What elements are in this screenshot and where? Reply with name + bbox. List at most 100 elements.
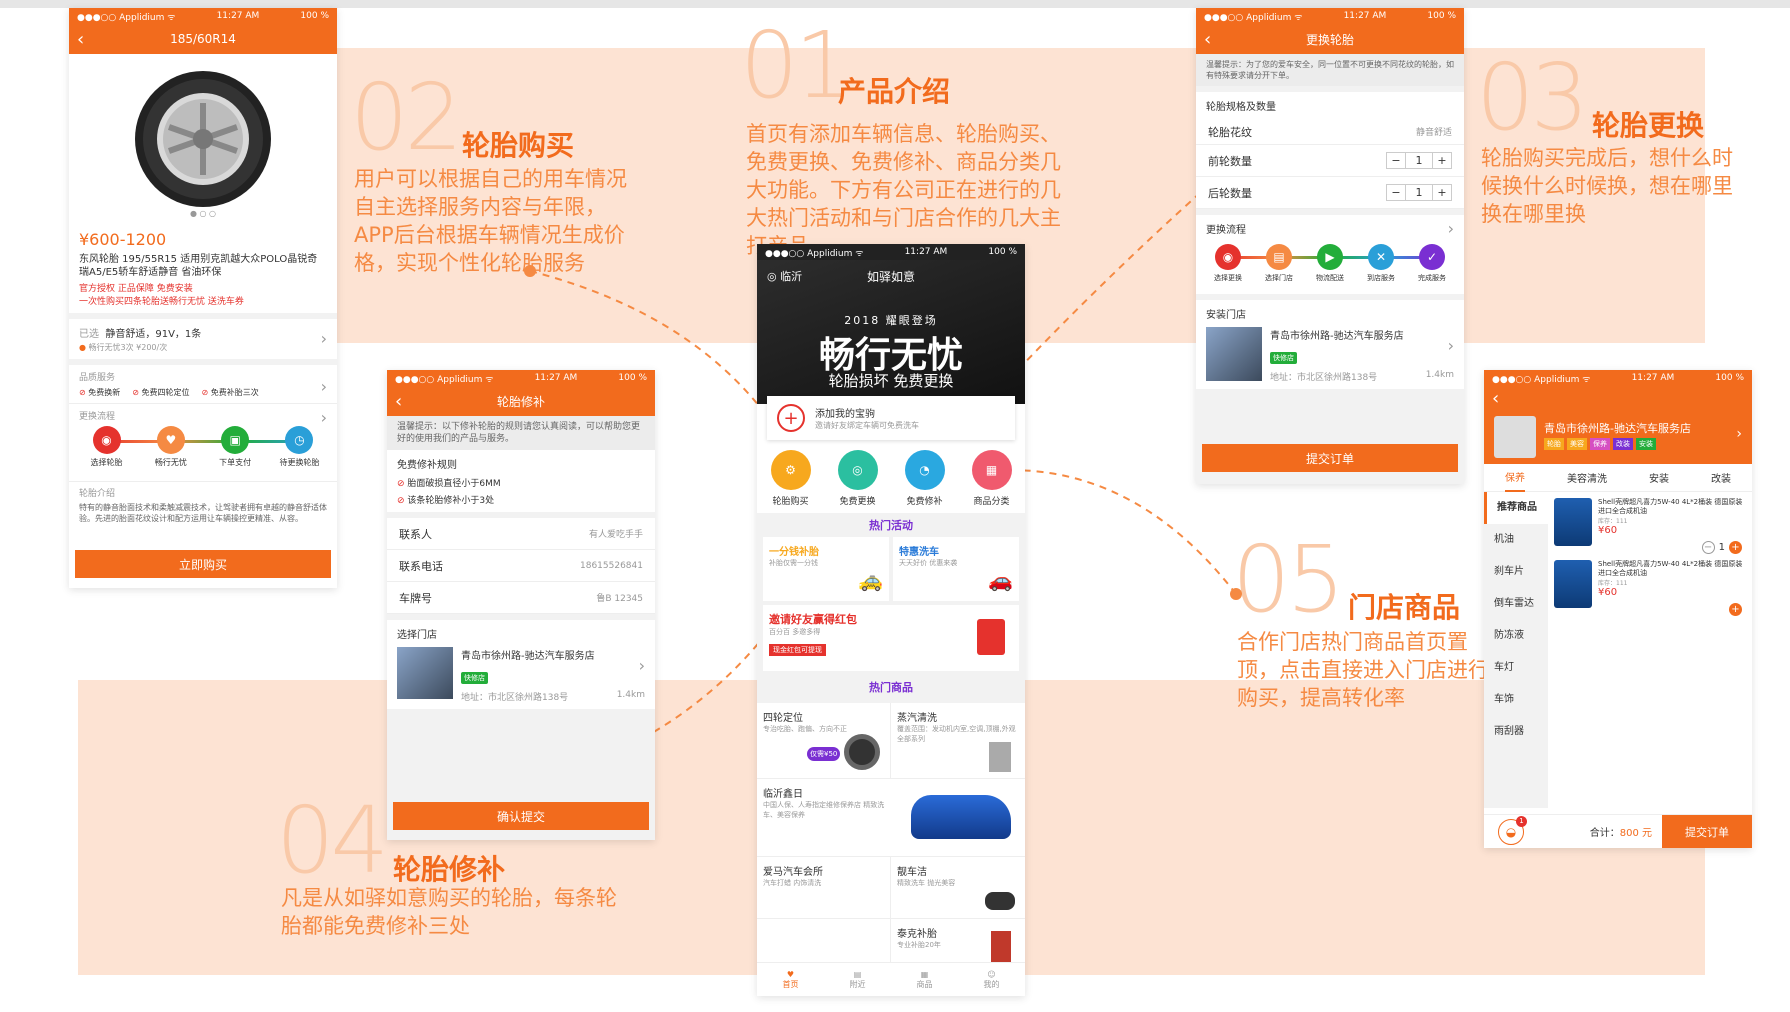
feature-02-desc: 用户可以根据自己的用车情况自主选择服务内容与年限，APP后台根据车辆情况生成价格… [354,167,627,275]
submit-order-button[interactable]: 提交订单 [1662,814,1752,848]
replace-process[interactable]: 更换流程 › ◉ 选择更换 ▤ 选择门店 ▶ 物流配送 ✕ 到店服务 ✓ 完成服务 [1196,215,1464,294]
activity-card-1[interactable]: 一分钱补胎 补胎仅需一分钱 🚕 [763,537,889,601]
sidebar-item[interactable]: 雨刮器 [1484,716,1548,748]
home-banner[interactable]: ◎ 临沂 如驿如意 2018 耀眼登场 畅行无忧 轮胎损坏 免费更换 [757,260,1025,404]
phone-tire-detail: ●●●○○ Applidium ᯤ 11:27 AM 100 % ‹ 185/60R… [69,8,337,588]
gauge-icon: ◔ [904,450,945,490]
phone-change-tire: ●●●○○ Applidium ᯤ 11:27 AM 100 % ‹ 更换轮胎 温馨… [1196,8,1464,484]
plus-button[interactable]: + [1433,153,1451,168]
tab-nearby[interactable]: ▤ 附近 [850,970,866,990]
store-photo [397,647,453,699]
front-qty-stepper[interactable]: −1 + [1386,152,1452,169]
goods-card[interactable]: 爱马汽车会所 汽车打蜡 内饰清洗 [757,857,891,919]
goods-card[interactable]: 靓车洁 精致洗车 抛光美容 [891,857,1025,919]
qty-control: + [1729,597,1742,616]
tab-home[interactable]: ♥ 首页 [783,970,799,990]
sidebar-item[interactable]: 机油 [1484,524,1548,556]
nav-bar: ‹ 185/60R14 [69,24,337,54]
icon-free-replace[interactable]: ◎ 免费更换 [837,450,878,507]
icon-category[interactable]: ▦ 商品分类 [971,450,1012,507]
minus-button[interactable]: − [1387,153,1405,168]
sidebar-item[interactable]: 防冻液 [1484,620,1548,652]
cart-icon[interactable]: ◒ 1 [1498,815,1527,845]
plate-row[interactable]: 车牌号 鲁B 12345 [387,582,655,614]
pattern-row[interactable]: 轮胎花纹 静音舒适 [1196,119,1464,145]
tab-goods[interactable]: ▦ 商品 [917,970,933,990]
rear-qty-stepper[interactable]: −1 + [1386,184,1452,201]
product-item[interactable]: Shell壳牌超凡喜力5W-40 4L*2桶装 德国原装进口全合成机油 库存：1… [1554,498,1746,560]
feature-01-title: 产品介绍 [838,75,951,108]
selected-spec-row[interactable]: 已选 静音舒适，91V，1条 ● 畅行无忧3次 ¥200/次 › [69,319,337,359]
wrench-icon: ✕ [1368,244,1394,270]
icon-tire-buy[interactable]: ⚙ 轮胎购买 [770,450,811,507]
back-arrow-icon[interactable]: ‹ [395,391,402,412]
submit-order-button[interactable]: 提交订单 [1202,444,1458,472]
steam-machine-icon [989,742,1011,772]
tire-image [135,71,271,207]
chevron-right-icon: › [320,408,327,427]
goods-card[interactable]: 临沂鑫日 中国人保、人寿指定维修保养店 精致洗车、美容保养 [757,779,1025,857]
grid-icon: ▦ [971,450,1012,490]
sidebar-item[interactable]: 倒车雷达 [1484,588,1548,620]
store-select[interactable]: 选择门店 青岛市徐州路-驰达汽车服务店 快修店 地址：市北区徐州路138号 1.4… [387,620,655,709]
tire-image-carousel[interactable]: ● ○ ○ [69,54,337,224]
back-arrow-icon[interactable]: ‹ [1204,29,1211,50]
tab-install[interactable]: 安装 [1649,470,1669,485]
phone-home: ●●●○○ Applidium ᯤ 11:27 AM 100 % ◎ 临沂 如驿如意… [757,244,1025,996]
replace-process-row[interactable]: 更换流程 › ◉ 选择轮胎 ♥ 畅行无忧 ▣ 下单支付 ◷ 待更换轮胎 [69,403,337,481]
car-icon: 🚗 [988,568,1013,592]
quality-service-row[interactable]: 品质服务 ⊘ 免费换新 ⊘ 免费四轮定位 ⊘ 免费补胎三次 › [69,365,337,403]
product-item[interactable]: Shell壳牌超凡喜力5W-40 4L*2桶装 德国原装进口全合成机油 库存：1… [1554,560,1746,622]
plus-button[interactable]: + [1433,185,1451,200]
minus-button[interactable]: − [1701,541,1715,554]
install-store[interactable]: 安装门店 青岛市徐州路-驰达汽车服务店 快修店 地址：市北区徐州路138号 1.4… [1196,300,1464,389]
bottom-tab-bar: ♥ 首页 ▤ 附近 ▦ 商品 ☺ 我的 [757,962,1025,996]
feature-05-title: 门店商品 [1348,591,1461,624]
sidebar-item[interactable]: 刹车片 [1484,556,1548,588]
feature-03-title: 轮胎更换 [1592,109,1705,142]
back-arrow-icon[interactable]: ‹ [77,29,84,50]
car-image [911,795,1011,839]
cart-bar: ◒ 1 合计： 800 元 提交订单 [1484,814,1752,848]
feature-02-title: 轮胎购买 [462,129,575,162]
category-tabs: 保养 美容清洗 安装 改装 [1484,464,1752,492]
sidebar-item[interactable]: 车灯 [1484,652,1548,684]
nav-bar: ‹ 更换轮胎 [1196,24,1464,54]
goods-card[interactable]: 蒸汽清洗 覆盖范围：发动机内室,空调,顶棚,外观全部系列 [891,703,1025,779]
sidebar-item[interactable]: 推荐商品 [1484,492,1548,524]
store-photo [1206,327,1262,381]
cart-badge: 1 [1516,815,1527,827]
goods-card[interactable]: 四轮定位 专治吃胎、跑偏、方向不正 仅需¥50 [757,703,891,779]
plus-button[interactable]: + [1729,603,1742,616]
grid-icon: ▦ [920,969,929,979]
contact-row[interactable]: 联系人 有人爱吃手手 [387,518,655,550]
buy-now-button[interactable]: 立即购买 [75,550,331,578]
tab-modify[interactable]: 改装 [1711,470,1731,485]
phone-store-goods: ●●●○○ Applidium ᯤ 11:27 AM 100 % ‹ 青岛市徐州路-… [1484,370,1752,848]
confirm-submit-button[interactable]: 确认提交 [393,802,649,830]
add-car-card[interactable]: + 添加我的宝驹 邀请好友绑定车辆可免费洗车 [767,396,1015,440]
price-range: ¥600-1200 [79,230,167,249]
activity-card-3[interactable]: 邀请好友赢得红包 百分百 多邀多得 现金红包可提现 [763,605,1019,671]
total-value: 800 元 [1619,828,1652,839]
chevron-right-icon: › [638,656,645,675]
icon-free-repair[interactable]: ◔ 免费修补 [904,450,945,507]
check-icon: ✓ [1419,244,1445,270]
phone-row[interactable]: 联系电话 18615526841 [387,550,655,582]
tab-beauty[interactable]: 美容清洗 [1567,470,1607,485]
sidebar-item[interactable]: 车饰 [1484,684,1548,716]
tire-icon [844,734,880,770]
product-name: 东风轮胎 195/55R15 适用别克凯越大众POLO晶锐奇瑞A5/E5轿车舒适… [79,254,318,278]
tab-maintenance[interactable]: 保养 [1505,463,1525,492]
back-arrow-icon[interactable]: ‹ [1492,388,1499,409]
tab-mine[interactable]: ☺ 我的 [984,970,1000,990]
status-bar: ●●●○○ Applidium ᯤ 11:27 AM 100 % [757,244,1025,260]
feature-03-number: 03 [1476,44,1589,151]
page-title: 185/60R14 [170,32,236,46]
page-title: 轮胎修补 [496,394,545,409]
plus-button[interactable]: + [1729,541,1742,554]
activity-card-2[interactable]: 特惠洗车 天天好价 优惠来袭 🚗 [893,537,1019,601]
minus-button[interactable]: − [1387,185,1405,200]
check-icon: ⊘ [397,479,405,489]
user-icon: ☺ [987,969,996,979]
